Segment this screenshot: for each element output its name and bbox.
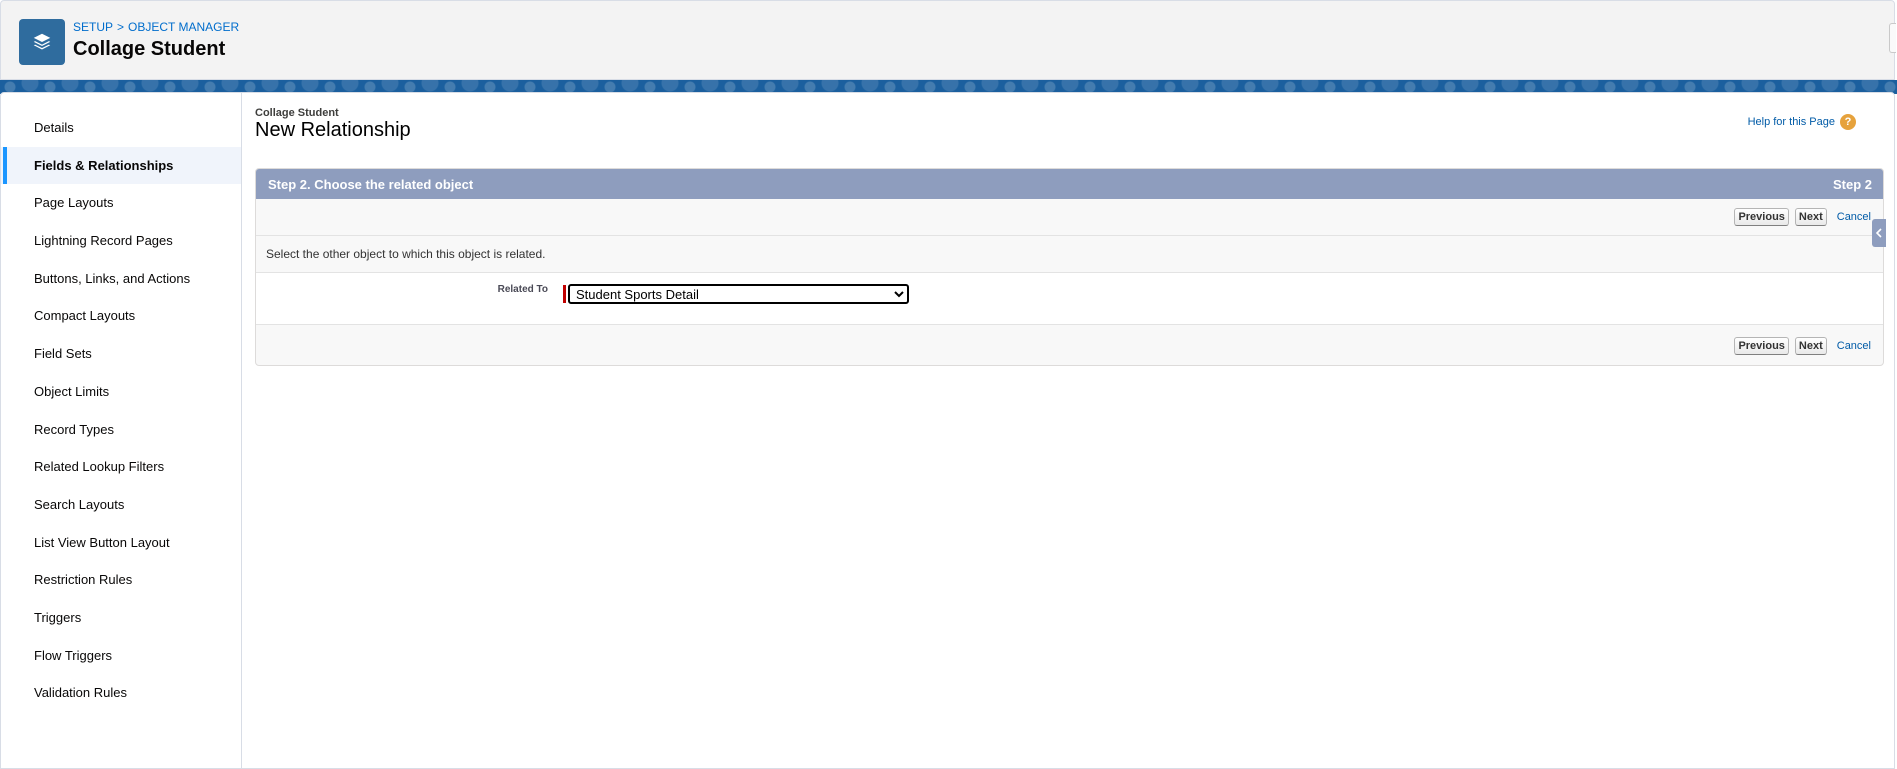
wizard-step-block: Step 2. Choose the related object Step 2…: [255, 168, 1884, 366]
stacked-layers-icon: [19, 19, 65, 65]
setup-body: Details Fields & Relationships Page Layo…: [0, 92, 1895, 769]
object-sidebar: Details Fields & Relationships Page Layo…: [1, 93, 242, 769]
related-to-select[interactable]: Student Sports Detail: [568, 284, 909, 304]
instruction-text: Select the other object to which this ob…: [256, 236, 1883, 273]
page-title: Collage Student: [73, 38, 226, 60]
breadcrumb-setup[interactable]: SETUP: [73, 20, 113, 34]
object-label: Collage Student: [255, 107, 339, 119]
sidebar-item-list-view-button-layout[interactable]: List View Button Layout: [1, 524, 241, 562]
help-icon[interactable]: ?: [1840, 114, 1856, 130]
sidebar-item-compact-layouts[interactable]: Compact Layouts: [1, 297, 241, 335]
previous-button-top[interactable]: Previous: [1734, 208, 1789, 226]
step-header: Step 2. Choose the related object Step 2: [256, 169, 1883, 199]
previous-button-bottom[interactable]: Previous: [1734, 337, 1789, 355]
sidebar-item-restriction-rules[interactable]: Restriction Rules: [1, 561, 241, 599]
breadcrumb: SETUP > OBJECT MANAGER: [73, 20, 239, 34]
page-header: SETUP > OBJECT MANAGER Collage Student: [0, 0, 1896, 80]
cancel-link-top[interactable]: Cancel: [1837, 211, 1871, 223]
breadcrumb-separator: >: [117, 20, 125, 34]
cancel-link-bottom[interactable]: Cancel: [1837, 340, 1871, 352]
related-to-row: Related To Student Sports Detail: [256, 273, 1883, 325]
next-button-bottom[interactable]: Next: [1794, 337, 1827, 355]
help-link-label[interactable]: Help for this Page: [1748, 116, 1835, 128]
sidebar-item-details[interactable]: Details: [1, 109, 241, 147]
step-title: Step 2. Choose the related object: [268, 176, 474, 192]
sidebar-item-related-lookup-filters[interactable]: Related Lookup Filters: [1, 448, 241, 486]
sidebar-item-triggers[interactable]: Triggers: [1, 599, 241, 637]
sidebar-item-search-layouts[interactable]: Search Layouts: [1, 486, 241, 524]
sidebar-item-lightning-record-pages[interactable]: Lightning Record Pages: [1, 222, 241, 260]
sidebar-item-object-limits[interactable]: Object Limits: [1, 373, 241, 411]
wizard-title: New Relationship: [255, 119, 411, 141]
main-content: Collage Student New Relationship Help fo…: [255, 93, 1886, 769]
chevron-left-icon: [1875, 228, 1882, 238]
required-indicator: [563, 285, 566, 303]
sidebar-item-field-sets[interactable]: Field Sets: [1, 335, 241, 373]
next-button-top[interactable]: Next: [1794, 208, 1827, 226]
related-to-label: Related To: [497, 284, 548, 295]
sidebar-item-record-types[interactable]: Record Types: [1, 411, 241, 449]
collapse-panel-handle[interactable]: [1872, 219, 1886, 247]
bottom-button-row: Previous Next Cancel: [256, 325, 1883, 365]
sidebar-item-page-layouts[interactable]: Page Layouts: [1, 184, 241, 222]
breadcrumb-object-manager[interactable]: OBJECT MANAGER: [128, 20, 239, 34]
sidebar-item-fields-relationships[interactable]: Fields & Relationships: [1, 146, 241, 185]
step-indicator: Step 2: [1832, 176, 1872, 192]
sidebar-item-validation-rules[interactable]: Validation Rules: [1, 674, 241, 712]
header-edge-handle[interactable]: [1889, 23, 1896, 53]
sidebar-item-flow-triggers[interactable]: Flow Triggers: [1, 637, 241, 675]
top-button-row: Previous Next Cancel: [256, 199, 1883, 236]
help-for-page-link[interactable]: Help for this Page ?: [1748, 114, 1856, 130]
sidebar-item-buttons-links-actions[interactable]: Buttons, Links, and Actions: [1, 260, 241, 298]
